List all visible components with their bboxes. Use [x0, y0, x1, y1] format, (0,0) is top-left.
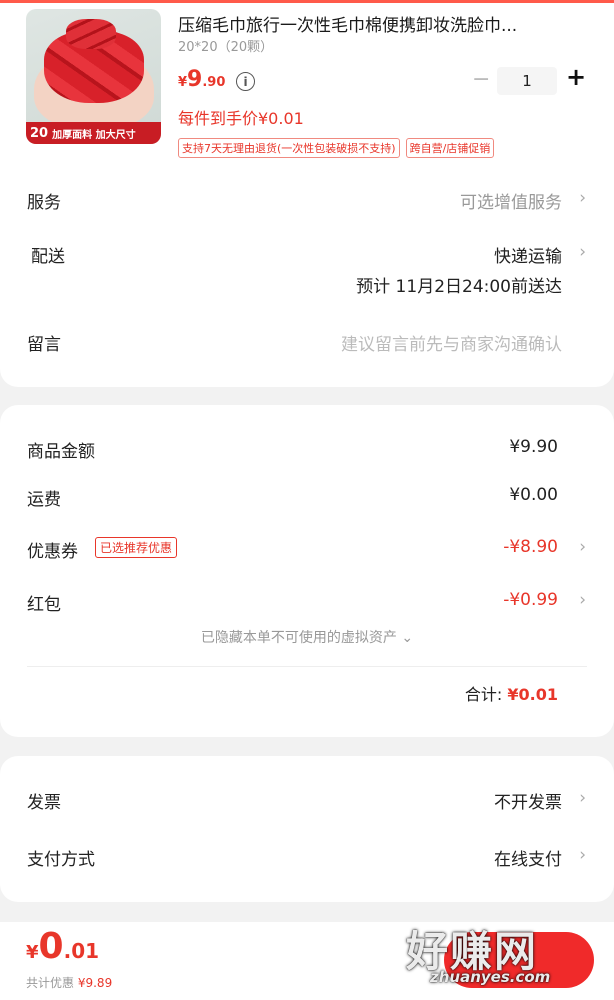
product-spec[interactable]: 20*20（20颗） [178, 36, 273, 55]
banner-count: 20 [30, 125, 49, 141]
total-discount: 共计优惠 ¥9.89 [26, 974, 112, 991]
invoice-label: 发票 [27, 793, 61, 813]
red-packet-label: 红包 [27, 595, 61, 615]
product-price: ¥ 9 .90 [178, 67, 225, 92]
price-currency: ¥ [178, 75, 188, 90]
coupon-chevron-icon[interactable]: › [579, 537, 586, 557]
product-tags: 支持7天无理由退货(一次性包装破损不支持) 跨自营/店铺促销 [178, 138, 495, 158]
pay-currency: ¥ [26, 942, 39, 963]
watermark-url: zhuanyes.com [430, 968, 551, 986]
price-info-icon[interactable]: i [236, 72, 255, 91]
service-value[interactable]: 可选增值服务 [460, 188, 562, 213]
delivery-value[interactable]: 快递运输 [494, 242, 562, 267]
divider [27, 666, 587, 667]
total-value: ¥0.01 [507, 685, 558, 704]
product-card: 20 加厚面料 加大尺寸 压缩毛巾旅行一次性毛巾棉便携卸妆洗脸巾... 20*2… [0, 3, 614, 387]
shipping-label: 运费 [27, 490, 61, 510]
pay-integer: 0 [38, 926, 64, 967]
red-packet-chevron-icon[interactable]: › [579, 590, 586, 610]
site-watermark: 好赚网 zhuanyes.com [400, 918, 600, 998]
banner-text: 加厚面料 加大尺寸 [52, 129, 136, 141]
chevron-down-icon: ⌄ [401, 630, 414, 646]
delivery-eta: 预计 11月2日24:00前送达 [356, 277, 562, 297]
payment-method-value[interactable]: 在线支付 [494, 845, 562, 870]
quantity-increase-button[interactable]: + [566, 63, 586, 91]
product-title[interactable]: 压缩毛巾旅行一次性毛巾棉便携卸妆洗脸巾... [178, 11, 588, 36]
price-decimal: .90 [202, 75, 226, 90]
coupon-label: 优惠券 [27, 542, 78, 562]
each-price: 每件到手价¥0.01 [178, 109, 304, 128]
hidden-assets-toggle[interactable]: 已隐藏本单不可使用的虚拟资产 ⌄ [0, 627, 614, 647]
order-total: 合计: ¥0.01 [465, 681, 558, 705]
goods-amount-label: 商品金额 [27, 442, 95, 462]
coupon-recommended-badge: 已选推荐优惠 [95, 537, 178, 558]
promotion-tag: 跨自营/店铺促销 [405, 138, 495, 158]
red-packet-value[interactable]: -¥0.99 [503, 590, 558, 610]
pay-decimal: .01 [63, 939, 100, 963]
goods-amount-value: ¥9.90 [509, 437, 558, 457]
invoice-value[interactable]: 不开发票 [494, 788, 562, 813]
service-label: 服务 [27, 193, 61, 213]
pay-amount: ¥ 0 .01 [26, 926, 99, 967]
message-label: 留言 [27, 335, 61, 355]
service-chevron-icon[interactable]: › [579, 188, 586, 208]
delivery-chevron-icon[interactable]: › [579, 242, 586, 262]
payment-method-label: 支付方式 [27, 850, 95, 870]
delivery-label: 配送 [31, 247, 65, 267]
quantity-decrease-button[interactable]: − [472, 67, 490, 92]
total-label: 合计: [464, 685, 503, 704]
discount-value: ¥9.89 [77, 976, 113, 990]
payment-chevron-icon[interactable]: › [579, 845, 586, 865]
message-input[interactable]: 建议留言前先与商家沟通确认 [341, 330, 562, 355]
price-summary-card: 商品金额 ¥9.90 运费 ¥0.00 优惠券 已选推荐优惠 -¥8.90 › … [0, 405, 614, 737]
towel-pile-top-illustration [66, 19, 116, 49]
product-thumbnail[interactable]: 20 加厚面料 加大尺寸 [26, 9, 161, 144]
discount-label: 共计优惠 [26, 976, 75, 990]
invoice-chevron-icon[interactable]: › [579, 788, 586, 808]
quantity-input[interactable]: 1 [497, 67, 557, 95]
coupon-value[interactable]: -¥8.90 [503, 537, 558, 557]
hidden-assets-text: 已隐藏本单不可使用的虚拟资产 [200, 630, 397, 646]
invoice-payment-card: 发票 不开发票 › 支付方式 在线支付 › [0, 756, 614, 902]
return-policy-tag: 支持7天无理由退货(一次性包装破损不支持) [178, 138, 400, 158]
shipping-value: ¥0.00 [509, 485, 558, 505]
product-image-banner: 20 加厚面料 加大尺寸 [26, 122, 161, 144]
price-integer: 9 [187, 67, 203, 92]
